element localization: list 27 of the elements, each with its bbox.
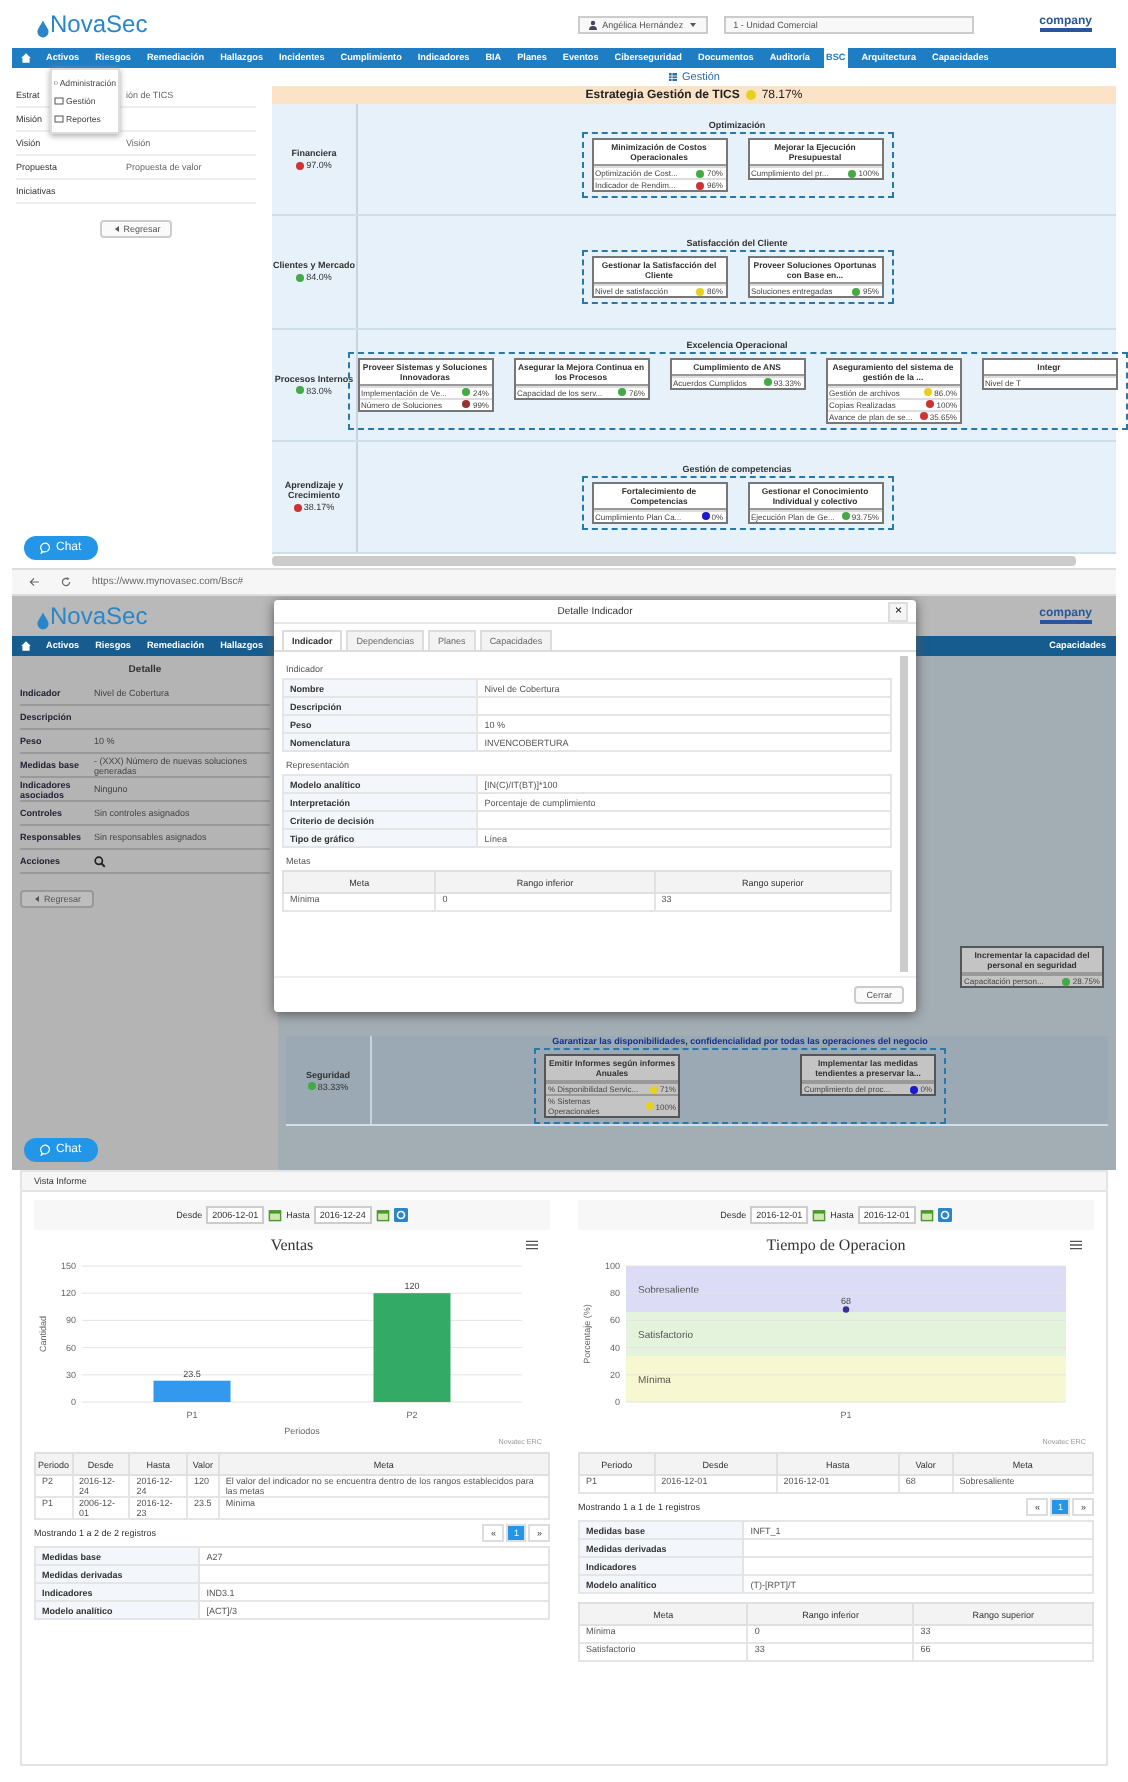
calendar-icon[interactable]	[812, 1208, 827, 1222]
chart-title: Tiempo de Operacion	[766, 1236, 906, 1254]
back-arrow-icon	[32, 894, 42, 904]
user-icon	[588, 19, 599, 29]
scrollbar[interactable]	[900, 656, 908, 972]
bar	[153, 1380, 231, 1402]
caret-icon	[687, 19, 698, 29]
novasec-logo[interactable]: NovaSec	[36, 10, 148, 38]
home-icon[interactable]	[20, 52, 32, 64]
chat-icon	[40, 1144, 52, 1156]
data-point	[842, 1306, 850, 1313]
back-icon[interactable]	[28, 576, 40, 588]
home-icon[interactable]	[20, 640, 32, 652]
calendar-icon[interactable]	[268, 1208, 283, 1222]
scrollbar[interactable]	[272, 556, 1076, 566]
calendar-icon[interactable]	[375, 1208, 390, 1222]
back-arrow-icon	[111, 224, 122, 234]
refresh-button[interactable]	[393, 1208, 408, 1222]
reload-icon[interactable]	[60, 576, 72, 588]
menu-icon[interactable]	[526, 1240, 538, 1250]
calendar-icon[interactable]	[919, 1208, 934, 1222]
menu-icon[interactable]	[1070, 1240, 1082, 1250]
search-icon[interactable]	[94, 855, 106, 867]
refresh-button[interactable]	[937, 1208, 952, 1222]
chat-icon	[40, 542, 52, 554]
chart-title: Ventas	[270, 1236, 314, 1254]
bar	[373, 1293, 451, 1402]
